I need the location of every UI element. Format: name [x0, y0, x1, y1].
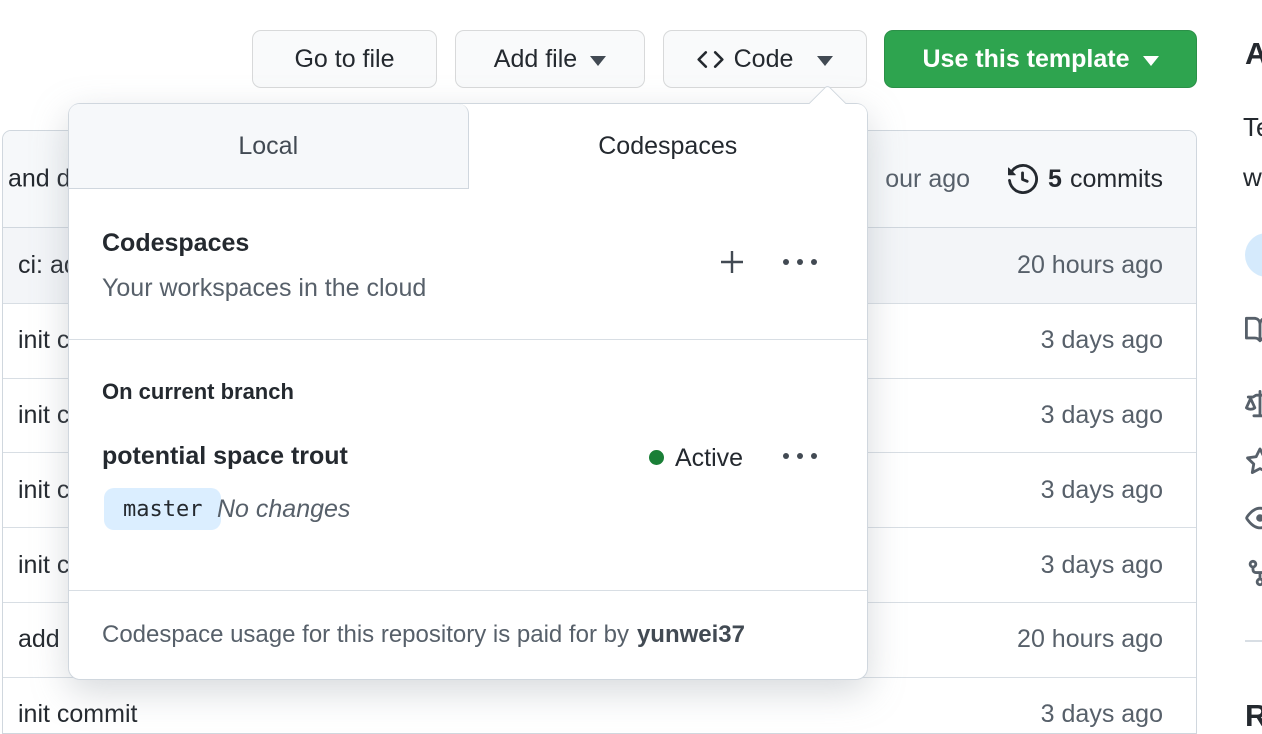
plus-icon: [716, 246, 748, 281]
tab-local[interactable]: Local: [69, 104, 469, 189]
commit-time: 3 days ago: [1040, 475, 1163, 504]
use-this-template-label: Use this template: [922, 44, 1130, 73]
chevron-down-icon: [817, 56, 834, 66]
code-dropdown-tabs: Local Codespaces: [69, 104, 867, 189]
codespaces-tab-body: Codespaces Your workspaces in the cloud …: [69, 189, 867, 679]
star-icon: [1245, 447, 1262, 477]
codespace-usage-footer: Codespace usage for this repository is p…: [69, 590, 867, 679]
kebab-icon: [783, 259, 817, 265]
code-label: Code: [733, 44, 794, 73]
codespace-name[interactable]: potential space trout: [102, 442, 348, 471]
latest-commit-message[interactable]: and d: [8, 165, 71, 194]
fork-icon: [1245, 558, 1262, 588]
tab-local-label: Local: [238, 131, 299, 160]
code-dropdown-panel: Local Codespaces Codespaces Your workspa…: [68, 84, 868, 680]
commit-time: 3 days ago: [1040, 400, 1163, 429]
sidebar-divider: [1245, 640, 1262, 642]
codespace-status: Active: [675, 444, 744, 472]
codespace-options-button[interactable]: [783, 453, 817, 459]
table-row[interactable]: init commit 3 days ago: [3, 676, 1196, 733]
commit-message[interactable]: init c: [18, 551, 69, 580]
releases-heading: R: [1245, 698, 1262, 733]
use-this-template-button[interactable]: Use this template: [884, 30, 1197, 88]
commit-message[interactable]: add: [18, 625, 60, 654]
usage-owner: yunwei37: [636, 621, 745, 648]
kebab-icon: [783, 453, 817, 459]
codespaces-subtitle: Your workspaces in the cloud: [102, 274, 427, 302]
tab-codespaces-label: Codespaces: [598, 132, 738, 160]
add-file-label: Add file: [493, 44, 578, 73]
codespaces-options-button[interactable]: [783, 259, 817, 265]
on-current-branch-heading: On current branch: [102, 379, 294, 404]
codespaces-title: Codespaces: [102, 229, 250, 257]
chevron-down-icon: [590, 56, 607, 66]
go-to-file-label: Go to file: [294, 44, 395, 73]
about-heading: A: [1245, 36, 1262, 71]
topic-tag[interactable]: [1245, 233, 1262, 277]
commit-message[interactable]: init commit: [18, 700, 137, 729]
commit-message[interactable]: init c: [18, 476, 69, 505]
usage-text: Codespace usage for this repository is p…: [102, 621, 629, 648]
commit-count[interactable]: 5: [1048, 165, 1062, 194]
eye-icon: [1245, 503, 1262, 533]
book-icon: [1245, 315, 1262, 345]
go-to-file-button[interactable]: Go to file: [252, 30, 437, 88]
commit-time: 20 hours ago: [1017, 250, 1163, 279]
commit-time: 3 days ago: [1040, 326, 1163, 355]
code-icon: [697, 46, 724, 73]
new-codespace-button[interactable]: [716, 247, 748, 279]
branch-badge: master: [104, 488, 222, 530]
commit-time: 3 days ago: [1040, 700, 1163, 729]
history-icon: [1008, 164, 1039, 194]
add-file-button[interactable]: Add file: [455, 30, 645, 88]
commits-label[interactable]: commits: [1070, 165, 1163, 194]
repo-description-line2: w: [1243, 162, 1262, 192]
commit-bar-right: our ago 5 commits: [885, 164, 1163, 194]
commit-message[interactable]: init c: [18, 401, 69, 430]
dropdown-divider: [69, 339, 867, 340]
commit-message[interactable]: init c: [18, 326, 69, 355]
latest-commit-time: our ago: [885, 164, 971, 193]
repo-description-line1: Te: [1243, 112, 1262, 142]
commit-time: 20 hours ago: [1017, 625, 1163, 654]
chevron-down-icon: [1142, 56, 1159, 66]
law-icon: [1245, 390, 1262, 420]
active-dot: [649, 450, 664, 465]
code-button[interactable]: Code: [663, 30, 867, 88]
tab-codespaces[interactable]: Codespaces: [468, 104, 867, 189]
commit-time: 3 days ago: [1040, 550, 1163, 579]
changes-status: No changes: [217, 495, 351, 523]
